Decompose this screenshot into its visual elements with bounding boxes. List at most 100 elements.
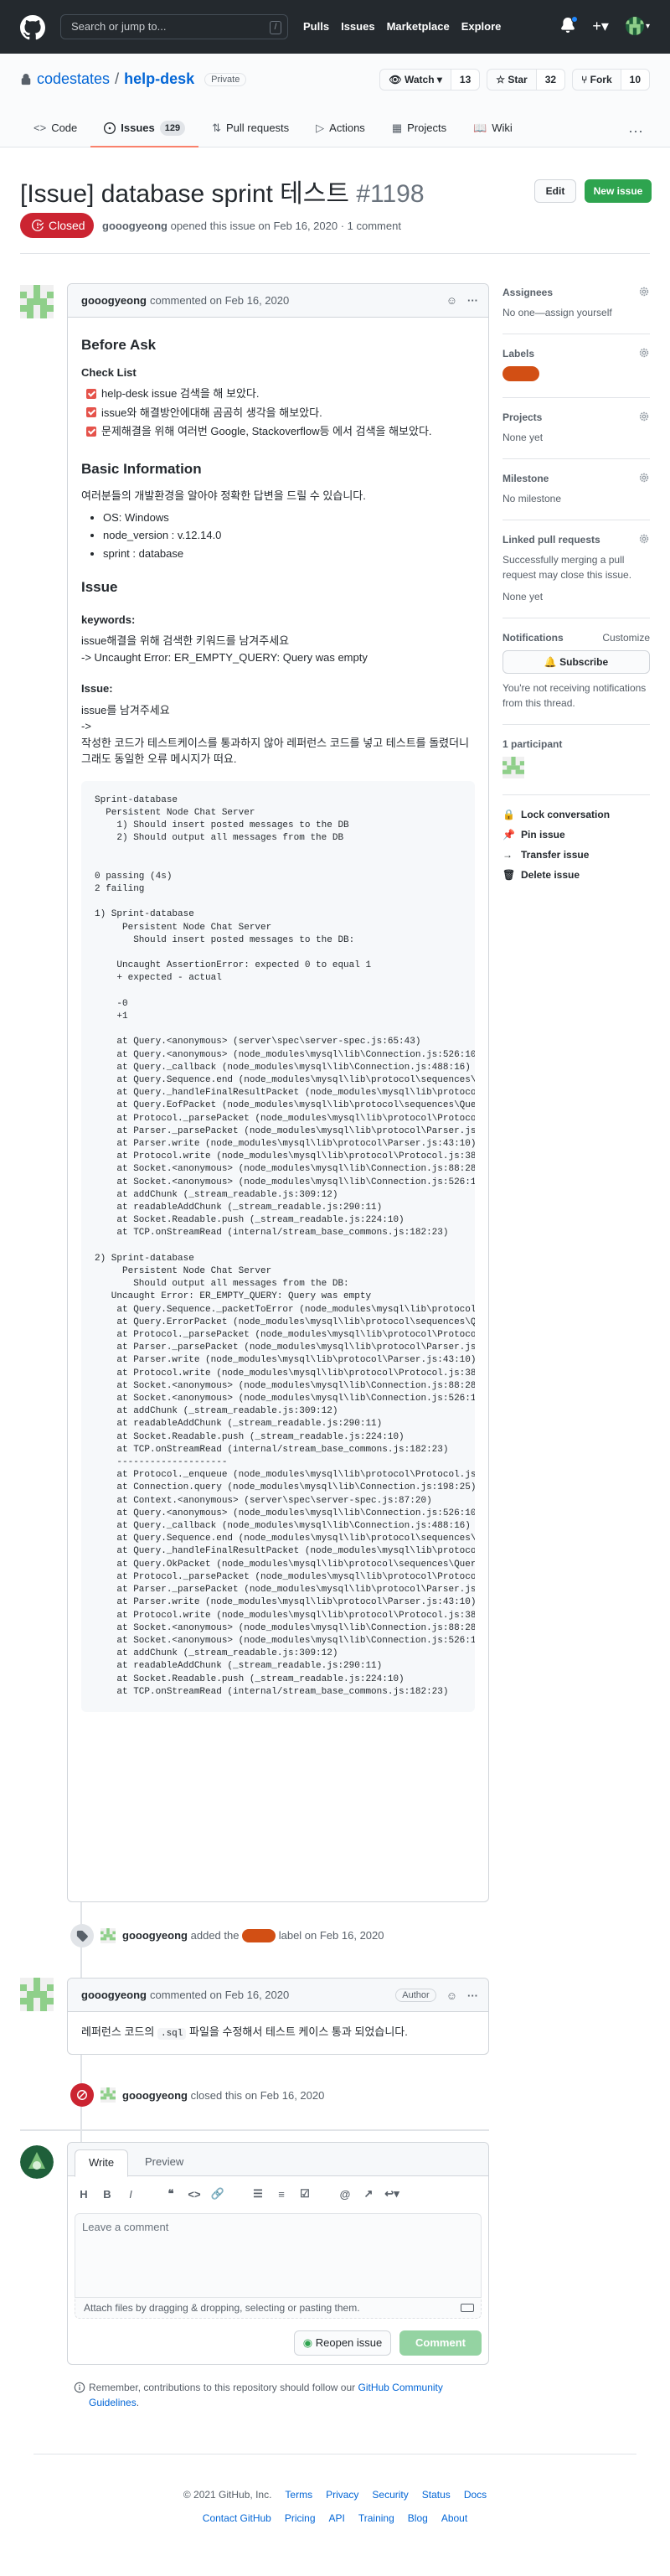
task-list-icon[interactable]: ☑ <box>299 2187 311 2200</box>
basic-info-description: 여러분들의 개발환경을 알아야 정확한 답변을 드릴 수 있습니다. <box>81 489 366 502</box>
tab-code[interactable]: <> Code <box>20 116 90 147</box>
current-user-avatar[interactable] <box>20 2145 54 2179</box>
author-identicon-avatar[interactable] <box>20 1978 54 2011</box>
transfer-issue-button[interactable]: → Transfer issue <box>502 849 650 861</box>
nav-explore[interactable]: Explore <box>461 20 502 33</box>
list-item: sprint : database <box>103 546 475 562</box>
subscribe-button[interactable]: 🔔 Subscribe <box>502 650 650 674</box>
footer-link-pricing[interactable]: Pricing <box>285 2512 316 2524</box>
customize-notifications-link[interactable]: Customize <box>602 632 650 644</box>
more-tabs-icon[interactable]: ··· <box>628 122 643 140</box>
tab-wiki[interactable]: 📖 Wiki <box>460 116 526 147</box>
heading-icon[interactable]: H <box>78 2188 90 2201</box>
kebab-menu-icon[interactable]: ··· <box>467 294 478 307</box>
quote-icon[interactable]: ❝ <box>165 2187 177 2200</box>
comment-author-link[interactable]: gooogyeong <box>81 294 147 307</box>
event-author-link[interactable]: gooogyeong <box>122 1929 188 1942</box>
lock-conversation-button[interactable]: 🔒 Lock conversation <box>502 809 650 820</box>
tab-write[interactable]: Write <box>75 2149 129 2177</box>
attach-files-text: Attach files by dragging & dropping, sel… <box>84 2302 360 2314</box>
add-reaction-icon[interactable]: ☺ <box>446 1989 457 2002</box>
event-label-pill[interactable] <box>242 1929 276 1943</box>
heading-check-list: Check List <box>81 365 137 379</box>
watch-label: Watch <box>405 74 435 85</box>
kebab-menu-icon[interactable]: ··· <box>467 1989 478 2002</box>
code-icon[interactable]: <> <box>188 2188 200 2201</box>
footer-link-security[interactable]: Security <box>372 2489 408 2501</box>
gear-icon[interactable] <box>638 472 650 484</box>
github-logo-icon[interactable] <box>20 15 45 40</box>
fork-count[interactable]: 10 <box>621 69 650 91</box>
search-input[interactable]: Search or jump to... / <box>60 14 288 39</box>
issue-author-link[interactable]: gooogyeong <box>102 220 168 232</box>
user-menu[interactable]: ▾ <box>625 17 650 35</box>
add-reaction-icon[interactable]: ☺ <box>446 294 457 307</box>
edit-title-button[interactable]: Edit <box>534 179 576 203</box>
ordered-list-icon[interactable]: ≡ <box>276 2188 287 2201</box>
comment-submit-button[interactable]: Comment <box>399 2330 482 2356</box>
watch-count[interactable]: 13 <box>451 69 481 91</box>
delete-issue-button[interactable]: 🗑 Delete issue <box>502 869 650 881</box>
gear-icon[interactable] <box>638 411 650 422</box>
footer-link-docs[interactable]: Docs <box>464 2489 487 2501</box>
comment-textarea[interactable]: Leave a comment <box>75 2213 482 2297</box>
link-icon[interactable]: 🔗 <box>211 2187 224 2200</box>
tab-pull-requests[interactable]: ⇅ Pull requests <box>198 116 302 147</box>
footer-row-2: Contact GitHub Pricing API Training Blog… <box>0 2512 670 2524</box>
notifications-bell-icon[interactable] <box>560 16 579 34</box>
cross-reference-icon[interactable]: ↗ <box>363 2187 374 2200</box>
gear-icon[interactable] <box>638 347 650 359</box>
footer-link-status[interactable]: Status <box>422 2489 451 2501</box>
tab-projects[interactable]: ▦ Projects <box>379 116 460 147</box>
repo-separator: / <box>115 70 120 87</box>
new-issue-button[interactable]: New issue <box>585 179 652 203</box>
event-author-link[interactable]: gooogyeong <box>122 2089 188 2102</box>
assign-yourself-link[interactable]: No one—assign yourself <box>502 305 650 320</box>
pin-issue-button[interactable]: 📌 Pin issue <box>502 829 650 841</box>
tab-preview[interactable]: Preview <box>131 2149 197 2177</box>
star-count[interactable]: 32 <box>536 69 566 91</box>
reopen-issue-button[interactable]: ◉ Reopen issue <box>294 2330 391 2356</box>
event-author-avatar[interactable] <box>100 1928 116 1943</box>
issue-label[interactable] <box>502 366 539 381</box>
repo-name-link[interactable]: help-desk <box>124 70 194 88</box>
markdown-icon[interactable] <box>461 2304 474 2312</box>
comment-date[interactable]: commented on Feb 16, 2020 <box>150 1989 289 2001</box>
comment-author-link[interactable]: gooogyeong <box>81 1989 147 2001</box>
event-author-avatar[interactable] <box>100 2087 116 2103</box>
repo-owner-link[interactable]: codestates <box>37 70 110 88</box>
nav-pulls[interactable]: Pulls <box>303 20 329 33</box>
author-identicon-avatar[interactable] <box>20 285 54 318</box>
bold-icon[interactable]: B <box>101 2188 113 2201</box>
tab-issues[interactable]: Issues 129 <box>90 116 199 147</box>
unordered-list-icon[interactable]: ☰ <box>252 2187 264 2200</box>
tab-actions[interactable]: ▷ Actions <box>302 116 379 147</box>
contribution-reminder: Remember, contributions to this reposito… <box>74 2380 484 2410</box>
footer-link-api[interactable]: API <box>329 2512 345 2524</box>
top-nav: Pulls Issues Marketplace Explore <box>303 20 501 33</box>
watch-button[interactable]: 👁 Watch ▾ <box>379 69 451 91</box>
gear-icon[interactable] <box>638 533 650 545</box>
comment-date[interactable]: commented on Feb 16, 2020 <box>150 294 289 307</box>
footer-link-blog[interactable]: Blog <box>408 2512 428 2524</box>
mention-icon[interactable]: @ <box>339 2188 351 2201</box>
footer-link-terms[interactable]: Terms <box>285 2489 312 2501</box>
fork-button[interactable]: ⑂ Fork <box>572 69 621 91</box>
star-button[interactable]: ☆ Star <box>487 69 537 91</box>
notifications-description: You're not receiving notifications from … <box>502 682 647 709</box>
nav-issues[interactable]: Issues <box>341 20 374 33</box>
nav-marketplace[interactable]: Marketplace <box>387 20 450 33</box>
participant-avatar[interactable] <box>502 757 524 778</box>
footer-link-privacy[interactable]: Privacy <box>326 2489 358 2501</box>
watch-button-group: 👁 Watch ▾ 13 <box>379 69 481 91</box>
lock-icon: 🔒 <box>502 809 515 820</box>
attach-files-dropzone[interactable]: Attach files by dragging & dropping, sel… <box>75 2297 482 2319</box>
reminder-text: Remember, contributions to this reposito… <box>89 2382 356 2393</box>
footer-link-about[interactable]: About <box>441 2512 467 2524</box>
italic-icon[interactable]: I <box>125 2188 137 2201</box>
create-new-dropdown-icon[interactable]: +▾ <box>592 18 609 35</box>
footer-link-contact[interactable]: Contact GitHub <box>203 2512 271 2524</box>
footer-link-training[interactable]: Training <box>358 2512 394 2524</box>
gear-icon[interactable] <box>638 286 650 297</box>
reply-icon[interactable]: ↩▾ <box>384 2187 399 2200</box>
